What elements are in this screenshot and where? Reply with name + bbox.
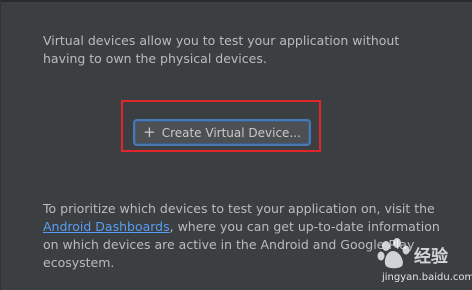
panel-top-border [0, 0, 472, 2]
baidu-paw-icon [377, 238, 410, 269]
footer-text-before: To prioritize which devices to test your… [43, 201, 435, 216]
watermark-title: 经验 [414, 247, 448, 267]
create-virtual-device-button[interactable]: + Create Virtual Device... [133, 119, 311, 146]
intro-line-1: Virtual devices allow you to test your a… [43, 33, 400, 48]
intro-line-2: having to own the physical devices. [43, 51, 267, 66]
baidu-jingyan-watermark: 经验 jingyan.baidu.com [376, 232, 472, 288]
intro-text: Virtual devices allow you to test your a… [43, 32, 443, 68]
create-virtual-device-label: Create Virtual Device... [161, 125, 301, 140]
panel-left-border [0, 0, 1, 290]
watermark-url: jingyan.baidu.com [382, 272, 472, 283]
android-dashboards-link[interactable]: Android Dashboards [43, 219, 170, 234]
plus-icon: + [143, 123, 156, 141]
